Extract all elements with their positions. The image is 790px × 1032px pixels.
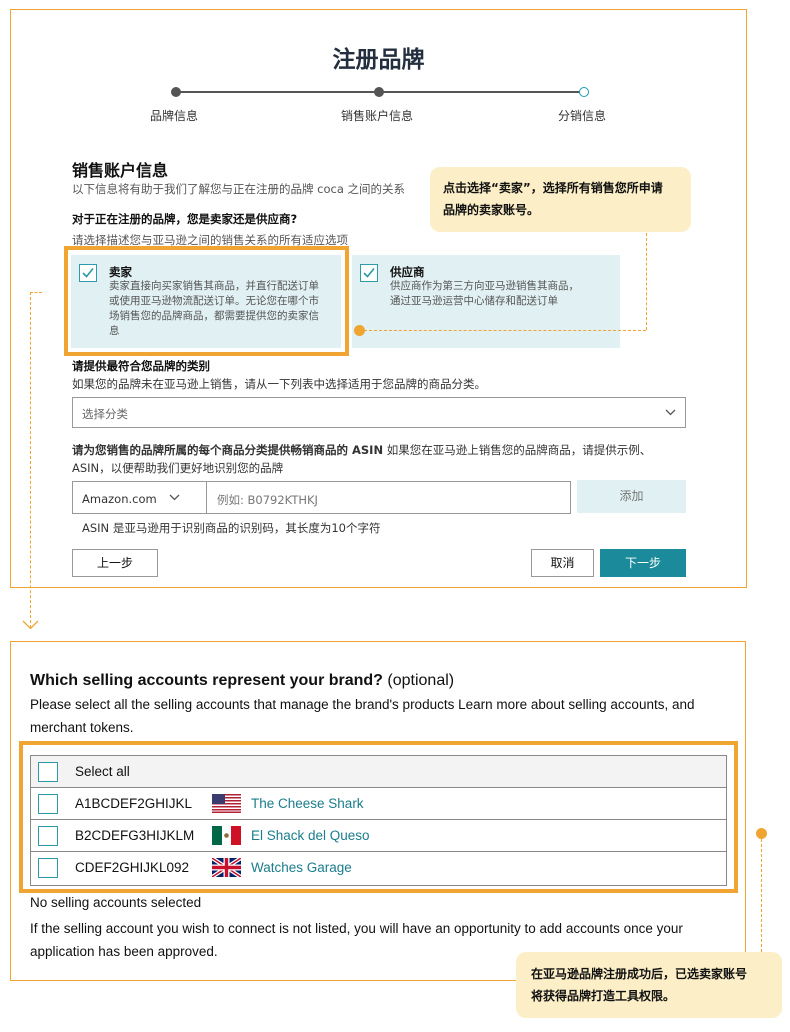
callout-connector <box>364 330 646 331</box>
add-asin-button[interactable]: 添加 <box>577 480 686 513</box>
asin-input[interactable]: 例如: B0792KTHKJ <box>206 481 571 514</box>
callout-connector <box>761 839 762 952</box>
selection-status: No selling accounts selected <box>30 895 202 910</box>
page-title: 注册品牌 <box>332 47 425 73</box>
vendor-title: 供应商 <box>390 265 425 279</box>
back-button[interactable]: 上一步 <box>72 549 158 577</box>
cancel-button[interactable]: 取消 <box>531 549 594 577</box>
callout-connector <box>646 233 647 330</box>
vendor-description: 供应商作为第三方向亚马逊销售其商品， 通过亚马逊运营中心储存和配送订单 <box>390 279 618 309</box>
section-title: 销售账户信息 <box>72 161 169 180</box>
relationship-question: 对于正在注册的品牌，您是卖家还是供应商? <box>72 212 298 226</box>
step-dot-1 <box>171 87 181 97</box>
callout-line: 品牌的卖家账号。 <box>443 203 540 217</box>
marketplace-select[interactable]: Amazon.com <box>72 481 207 514</box>
step-label-brand-info[interactable]: 品牌信息 <box>150 107 198 124</box>
category-select[interactable]: 选择分类 <box>72 397 686 428</box>
category-hint: 如果您的品牌未在亚马逊上销售，请从一下列表中选择适用于您品牌的商品分类。 <box>72 377 486 391</box>
vendor-option-card[interactable]: 供应商 供应商作为第三方向亚马逊销售其商品， 通过亚马逊运营中心储存和配送订单 <box>352 255 620 348</box>
vendor-desc-line: 通过亚马逊运营中心储存和配送订单 <box>390 295 558 307</box>
asin-label-rest: 如果您在亚马逊上销售您的品牌商品，请提供示例、 <box>383 443 652 457</box>
accounts-heading-text: Which selling accounts represent your br… <box>30 672 383 689</box>
vendor-desc-line: 供应商作为第三方向亚马逊销售其商品， <box>390 280 579 292</box>
step-dot-3 <box>579 87 589 97</box>
callout-line: 将获得品牌打造工具权限。 <box>531 989 676 1003</box>
brand-tools-tip-callout: 在亚马逊品牌注册成功后，已选卖家账号 将获得品牌打造工具权限。 <box>516 952 782 1018</box>
seller-highlight-frame <box>64 246 349 356</box>
callout-line: 在亚马逊品牌注册成功后，已选卖家账号 <box>531 967 748 981</box>
asin-placeholder: 例如: B0792KTHKJ <box>217 493 318 507</box>
arrow-down-icon <box>22 620 39 630</box>
accounts-heading: Which selling accounts represent your br… <box>30 672 454 690</box>
annotation-dot <box>756 828 767 839</box>
asin-label-line2: ASIN，以便帮助我们更好地识别您的品牌 <box>72 461 284 475</box>
brand-registration-panel: 注册品牌 品牌信息 销售账户信息 分销信息 销售账户信息 以下信息将有助于我们了… <box>10 9 747 588</box>
accounts-highlight-frame <box>19 741 738 893</box>
optional-tag: (optional) <box>382 672 455 689</box>
asin-label: 请为您销售的品牌所属的每个商品分类提供畅销商品的 ASIN 如果您在亚马逊上销售… <box>72 442 651 458</box>
category-placeholder: 选择分类 <box>82 407 128 421</box>
flow-connector <box>30 292 31 628</box>
accounts-desc-line: merchant tokens. <box>30 720 134 735</box>
section-description: 以下信息将有助于我们了解您与正在注册的品牌 coca 之间的关系 <box>72 182 406 196</box>
step-dot-2 <box>374 87 384 97</box>
marketplace-value: Amazon.com <box>82 492 157 506</box>
footer-note-line: If the selling account you wish to conne… <box>30 921 683 936</box>
annotation-dot <box>354 325 365 336</box>
vendor-checkbox[interactable] <box>360 264 378 282</box>
accounts-description: Please select all the selling accounts t… <box>30 693 695 739</box>
step-label-distribution[interactable]: 分销信息 <box>558 107 606 124</box>
callout-line: 点击选择“卖家”，选择所有销售您所申请 <box>443 181 663 195</box>
next-button[interactable]: 下一步 <box>600 549 686 577</box>
checkmark-icon <box>363 267 375 278</box>
category-label: 请提供最符合您品牌的类别 <box>72 359 210 373</box>
asin-label-bold: 请为您销售的品牌所属的每个商品分类提供畅销商品的 ASIN <box>72 443 384 457</box>
accounts-desc-line: Please select all the selling accounts t… <box>30 697 695 712</box>
chevron-down-icon <box>665 409 676 416</box>
asin-note: ASIN 是亚马逊用于识别商品的识别码，其长度为10个字符 <box>82 521 381 535</box>
step-label-sales-account[interactable]: 销售账户信息 <box>341 107 413 124</box>
chevron-down-icon <box>169 494 180 501</box>
flow-connector <box>30 292 42 293</box>
seller-tip-callout: 点击选择“卖家”，选择所有销售您所申请 品牌的卖家账号。 <box>430 167 691 232</box>
